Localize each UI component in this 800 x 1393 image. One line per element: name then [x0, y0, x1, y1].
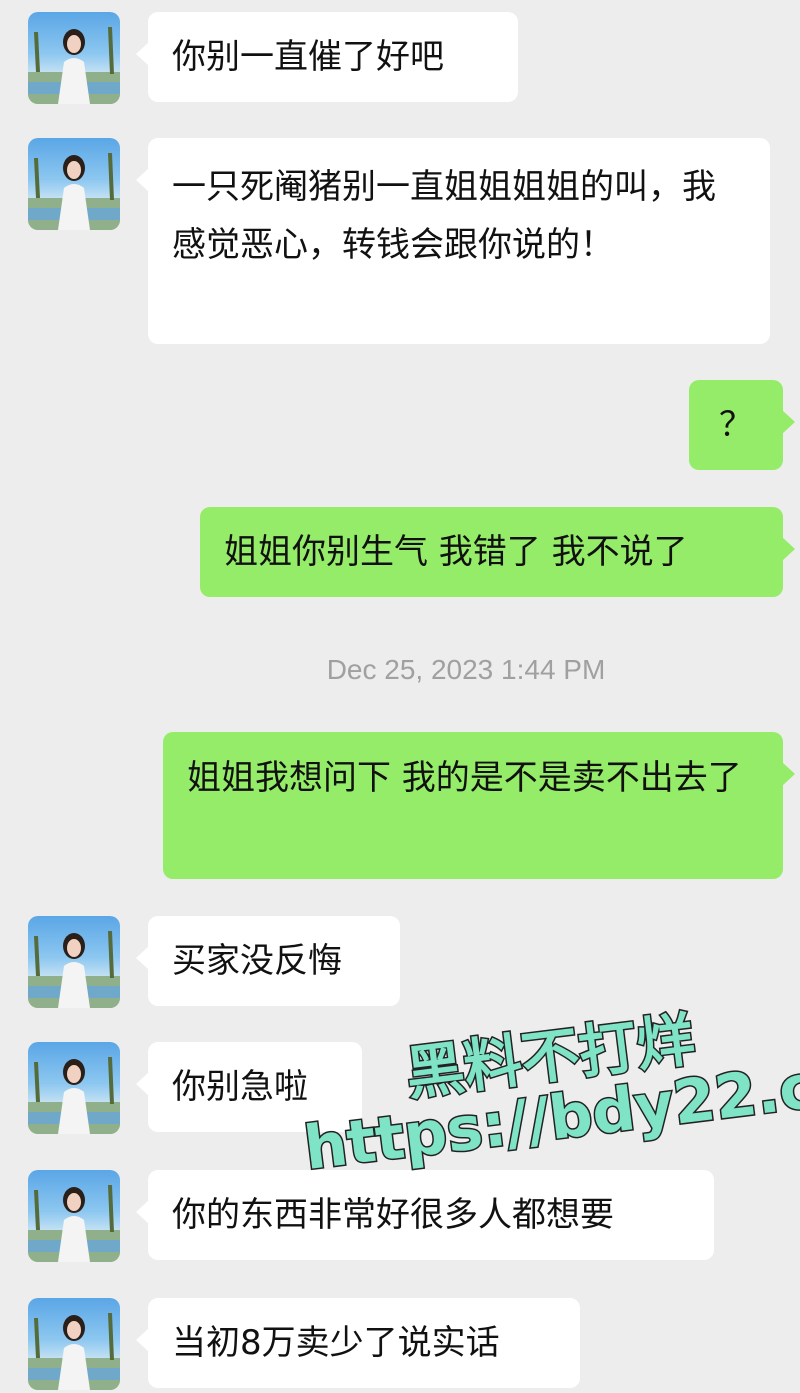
message-text: 当初8万卖少了说实话	[172, 1323, 500, 1363]
incoming-message[interactable]: 买家没反悔	[136, 916, 400, 1006]
message-text: 买家没反悔	[172, 941, 342, 981]
outgoing-message[interactable]: 姐姐我想问下 我的是不是卖不出去了	[163, 732, 795, 879]
contact-avatar[interactable]	[28, 1298, 120, 1390]
portrait-photo	[28, 1057, 120, 1134]
message-text: ？	[719, 405, 753, 445]
incoming-message[interactable]: 你的东西非常好很多人都想要	[136, 1170, 714, 1260]
message-text: 姐姐我想问下 我的是不是卖不出去了	[187, 758, 742, 798]
watermark-url: https://bdy22.co	[299, 1045, 800, 1185]
portrait-photo	[28, 1185, 120, 1262]
outgoing-message[interactable]: 姐姐你别生气 我错了 我不说了	[200, 507, 795, 597]
incoming-message[interactable]: 你别急啦	[136, 1042, 362, 1132]
contact-avatar[interactable]	[28, 1170, 120, 1262]
message-text: 你别一直催了好吧	[172, 37, 444, 77]
message-text: 姐姐你别生气 我错了 我不说了	[224, 532, 688, 572]
message-text: 你别急啦	[172, 1067, 308, 1107]
portrait-photo	[28, 27, 120, 104]
incoming-message[interactable]: 一只死阉猪别一直姐姐姐姐的叫，我感觉恶心，转钱会跟你说的！	[136, 138, 770, 344]
message-timestamp: Dec 25, 2023 1:44 PM	[326, 654, 606, 685]
contact-avatar[interactable]	[28, 916, 120, 1008]
incoming-message[interactable]: 当初8万卖少了说实话	[136, 1298, 580, 1388]
contact-avatar[interactable]	[28, 138, 120, 230]
message-text: 你的东西非常好很多人都想要	[172, 1195, 614, 1235]
watermark-title: 黑料不打烊	[401, 1004, 700, 1110]
portrait-photo	[28, 1313, 120, 1390]
incoming-message[interactable]: 你别一直催了好吧	[136, 12, 518, 102]
contact-avatar[interactable]	[28, 12, 120, 104]
portrait-photo	[28, 931, 120, 1008]
portrait-photo	[28, 153, 120, 230]
contact-avatar[interactable]	[28, 1042, 120, 1134]
chat-conversation: 你别一直催了好吧 一只死阉猪别一直姐姐姐姐的叫，我感觉恶心，转钱会跟你说的！ ？…	[0, 0, 800, 1393]
outgoing-message[interactable]: ？	[689, 380, 795, 470]
message-text: 一只死阉猪别一直姐姐姐姐的叫，我感觉恶心，转钱会跟你说的！	[172, 167, 716, 265]
